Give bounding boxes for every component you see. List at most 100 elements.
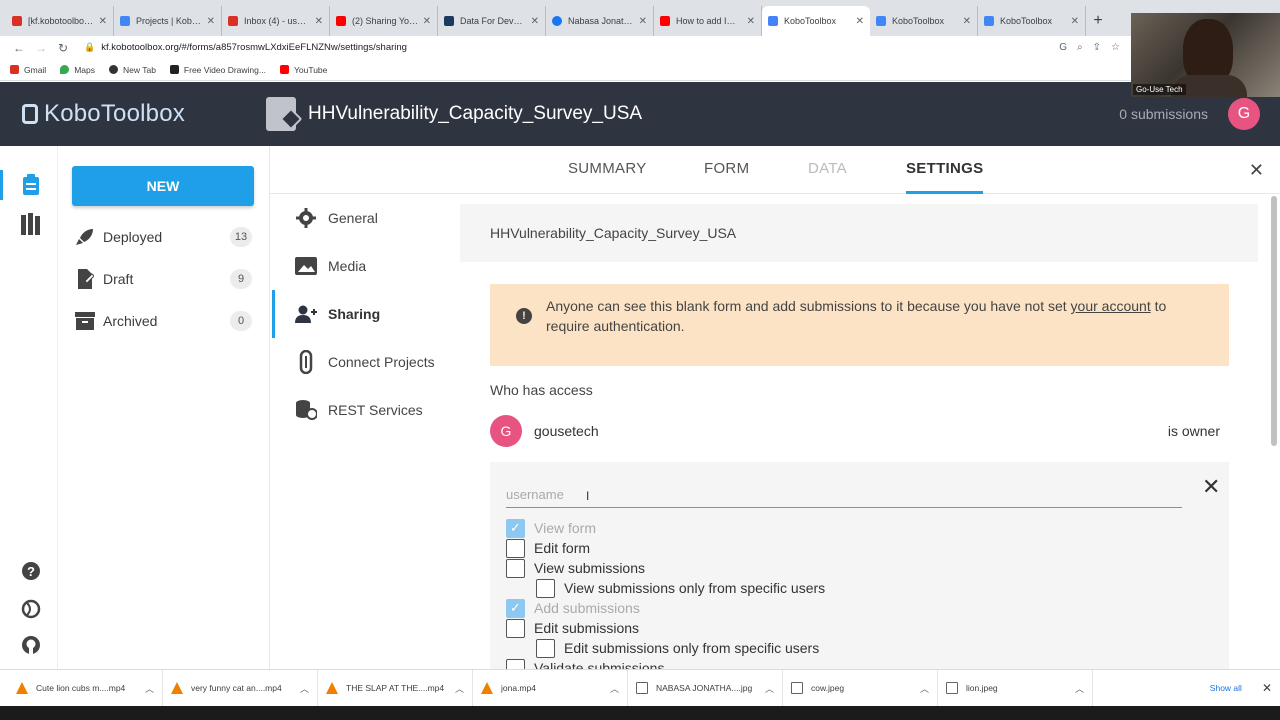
perm-edit-form[interactable]: Edit form xyxy=(506,538,590,558)
close-tab-icon[interactable]: ✕ xyxy=(99,16,107,27)
share-icon[interactable]: ⇪ xyxy=(1093,42,1101,53)
download-item[interactable]: very funny cat an....mp4 ︿ xyxy=(163,669,318,707)
download-item[interactable]: cow.jpeg ︿ xyxy=(783,669,938,707)
help-icon[interactable]: ? xyxy=(20,560,42,582)
settings-nav-rest-services[interactable]: REST Services xyxy=(294,397,423,423)
close-tab-icon[interactable]: ✕ xyxy=(856,16,864,27)
draft-form-icon xyxy=(74,269,96,289)
kobo-favicon-icon xyxy=(984,16,994,26)
download-item[interactable]: Cute lion cubs m....mp4 ︿ xyxy=(8,669,163,707)
chevron-up-icon[interactable]: ︿ xyxy=(455,682,464,695)
close-tab-icon[interactable]: ✕ xyxy=(207,16,215,27)
new-project-button[interactable]: NEW xyxy=(72,166,254,206)
download-item[interactable]: jona.mp4 ︿ xyxy=(473,669,628,707)
library-icon[interactable] xyxy=(20,213,42,235)
chevron-up-icon[interactable]: ︿ xyxy=(145,682,154,695)
chevron-up-icon[interactable]: ︿ xyxy=(1075,682,1084,695)
close-panel-icon[interactable]: ✕ xyxy=(1202,474,1220,500)
text-cursor-icon: I xyxy=(586,489,590,503)
scrollbar-thumb[interactable] xyxy=(1271,196,1277,446)
settings-nav-media[interactable]: Media xyxy=(294,253,366,279)
checkbox[interactable]: ✓ xyxy=(506,598,525,618)
perm-view-submissions[interactable]: View submissions xyxy=(506,558,645,578)
youtube-icon xyxy=(336,16,346,26)
checkbox[interactable] xyxy=(536,578,555,598)
sidebar-item-archived[interactable]: Archived 0 xyxy=(74,309,252,333)
browser-tab[interactable]: How to add Image ✕ xyxy=(654,6,762,36)
browser-tab[interactable]: KoboToolbox ✕ xyxy=(978,6,1086,36)
browser-tab[interactable]: KoboToolbox ✕ xyxy=(870,6,978,36)
browser-tab[interactable]: Projects | KoboToo✕ xyxy=(114,6,222,36)
kobotoolbox-logo[interactable]: Kobo Toolbox xyxy=(22,100,252,128)
perm-add-submissions[interactable]: ✓ Add submissions xyxy=(506,598,640,618)
checkbox[interactable] xyxy=(536,638,555,658)
checkbox[interactable] xyxy=(506,538,525,558)
user-avatar[interactable]: G xyxy=(1228,98,1260,130)
username-input[interactable] xyxy=(506,482,1182,508)
download-item[interactable]: lion.jpeg ︿ xyxy=(938,669,1093,707)
close-downloads-icon[interactable]: ✕ xyxy=(1262,681,1272,695)
auth-warning: ! Anyone can see this blank form and add… xyxy=(490,284,1229,366)
perm-view-form[interactable]: ✓ View form xyxy=(506,518,596,538)
owner-role: is owner xyxy=(1167,423,1220,439)
tab-summary[interactable]: SUMMARY xyxy=(568,160,647,177)
count-badge: 0 xyxy=(230,311,252,331)
google-icon[interactable]: G xyxy=(1059,42,1067,53)
tab-form[interactable]: FORM xyxy=(704,160,749,177)
sidebar-item-draft[interactable]: Draft 9 xyxy=(74,267,252,291)
your-account-link[interactable]: your account xyxy=(1071,298,1151,314)
perm-view-submissions-specific[interactable]: View submissions only from specific user… xyxy=(536,578,825,598)
forms-icon[interactable] xyxy=(20,174,42,196)
show-all-downloads-link[interactable]: Show all xyxy=(1210,683,1242,693)
bookmark-gmail[interactable]: Gmail xyxy=(10,65,46,75)
settings-nav-general[interactable]: General xyxy=(294,205,378,231)
tab-data[interactable]: DATA xyxy=(808,160,847,177)
browser-tab[interactable]: Data For Developm✕ xyxy=(438,6,546,36)
forward-arrow-icon[interactable]: → xyxy=(30,41,52,55)
close-tab-icon[interactable]: ✕ xyxy=(315,16,323,27)
browser-tab[interactable]: (2) Sharing Your P ✕ xyxy=(330,6,438,36)
rail-active-indicator xyxy=(0,170,3,200)
perm-edit-submissions[interactable]: Edit submissions xyxy=(506,618,639,638)
close-icon[interactable]: ✕ xyxy=(1249,160,1264,181)
close-tab-icon[interactable]: ✕ xyxy=(1071,16,1079,27)
reload-icon[interactable]: ↻ xyxy=(52,41,74,55)
settings-nav-sharing[interactable]: Sharing xyxy=(294,301,380,327)
browser-tab[interactable]: [kf.kobotoolbox.or ✕ xyxy=(6,6,114,36)
sidebar-item-deployed[interactable]: Deployed 13 xyxy=(74,225,252,249)
chevron-up-icon[interactable]: ︿ xyxy=(300,682,309,695)
bookmark-new-tab[interactable]: New Tab xyxy=(109,65,156,75)
address-bar[interactable]: 🔒 kf.kobotoolbox.org/#/forms/a857rosmwLXd… xyxy=(84,42,1059,53)
bookmark-maps[interactable]: Maps xyxy=(60,65,95,75)
chevron-up-icon[interactable]: ︿ xyxy=(765,682,774,695)
checkbox[interactable] xyxy=(506,618,525,638)
kobo-logo-icon xyxy=(22,104,38,124)
close-tab-icon[interactable]: ✕ xyxy=(747,16,755,27)
new-tab-button[interactable]: + xyxy=(1086,6,1110,36)
zoom-icon[interactable]: ⌕ xyxy=(1077,42,1083,53)
close-tab-icon[interactable]: ✕ xyxy=(639,16,647,27)
download-item[interactable]: NABASA JONATHA....jpg ︿ xyxy=(628,669,783,707)
chevron-up-icon[interactable]: ︿ xyxy=(610,682,619,695)
download-item[interactable]: THE SLAP AT THE....mp4 ︿ xyxy=(318,669,473,707)
github-icon[interactable] xyxy=(20,634,42,656)
globe-icon[interactable] xyxy=(20,598,42,620)
chevron-up-icon[interactable]: ︿ xyxy=(920,682,929,695)
tab-settings[interactable]: SETTINGS xyxy=(906,160,984,194)
bookmark-free-video[interactable]: Free Video Drawing... xyxy=(169,65,266,75)
settings-nav-connect-projects[interactable]: Connect Projects xyxy=(294,349,435,375)
checkbox[interactable]: ✓ xyxy=(506,518,525,538)
close-tab-icon[interactable]: ✕ xyxy=(963,16,971,27)
back-arrow-icon[interactable]: ← xyxy=(8,41,30,55)
browser-tab-active[interactable]: KoboToolbox ✕ xyxy=(762,6,870,36)
bookmark-youtube[interactable]: YouTube xyxy=(279,65,327,75)
close-tab-icon[interactable]: ✕ xyxy=(423,16,431,27)
browser-tab[interactable]: Inbox (4) - usetech✕ xyxy=(222,6,330,36)
bookmark-star-icon[interactable]: ☆ xyxy=(1111,42,1120,53)
webcam-caption: Go-Use Tech xyxy=(1133,84,1186,95)
perm-edit-submissions-specific[interactable]: Edit submissions only from specific user… xyxy=(536,638,819,658)
checkbox[interactable] xyxy=(506,558,525,578)
close-tab-icon[interactable]: ✕ xyxy=(531,16,539,27)
scrollbar[interactable] xyxy=(1268,194,1280,669)
browser-tab[interactable]: Nabasa Jonathan |✕ xyxy=(546,6,654,36)
